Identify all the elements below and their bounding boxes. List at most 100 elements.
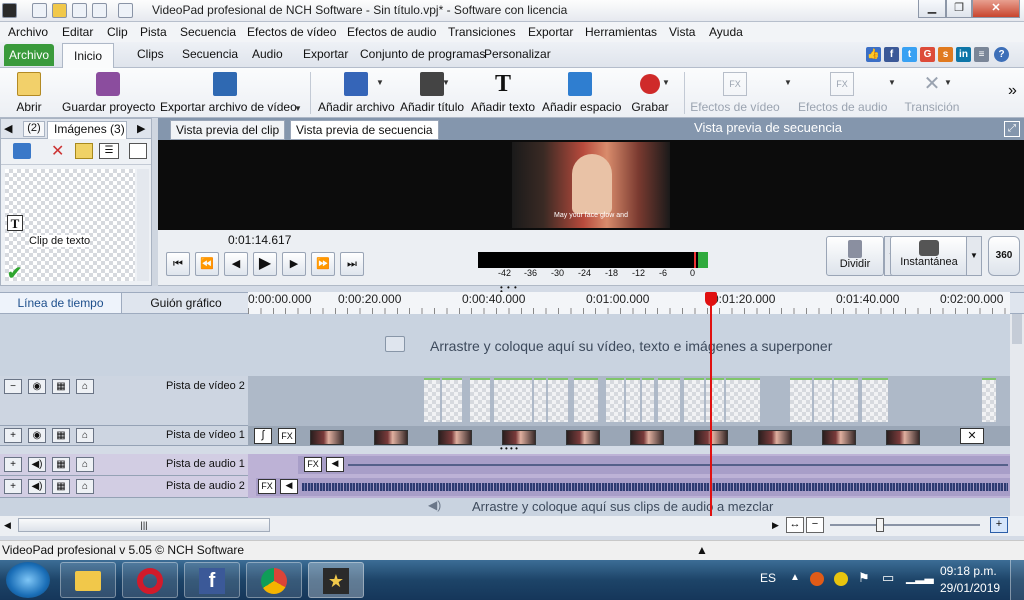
tab-audio[interactable]: Audio (252, 47, 283, 61)
audio-clip-1[interactable]: FX ◀ (298, 456, 1010, 474)
lock-icon[interactable]: ⌂ (76, 479, 94, 494)
anadir-titulo-button[interactable]: Añadir título (400, 70, 464, 116)
start-button[interactable] (6, 562, 50, 598)
anadir-archivo-dropdown-icon[interactable]: ▼ (376, 78, 384, 87)
taskbar-opera[interactable] (122, 562, 178, 598)
video-viewer[interactable]: May your face glow and (158, 140, 1024, 230)
overlay-clip[interactable] (834, 378, 858, 422)
maximize-button[interactable]: ❐ (946, 0, 972, 18)
taskbar-explorer[interactable] (60, 562, 116, 598)
overlay-clip[interactable] (706, 378, 724, 422)
transition-icon[interactable]: ∫ (254, 428, 272, 444)
film-icon[interactable]: ▦ (52, 479, 70, 494)
anadir-espacio-button[interactable]: Añadir espacio (542, 70, 621, 116)
menu-herramientas[interactable]: Herramientas (585, 25, 657, 39)
prev-frame-button[interactable]: ⏪ (195, 252, 219, 276)
menu-efectos-audio[interactable]: Efectos de audio (347, 25, 436, 39)
next-frame-button[interactable]: ⏩ (311, 252, 335, 276)
menu-pista[interactable]: Pista (140, 25, 167, 39)
efectos-video-dropdown-icon[interactable]: ▼ (784, 78, 792, 87)
media-tab-imagenes[interactable]: Imágenes (3) (47, 121, 127, 139)
go-start-button[interactable]: ⏮ (166, 252, 190, 276)
video-track-1-lane[interactable]: ∫ FX ✕ (248, 426, 1010, 446)
visibility-eye-icon[interactable]: ◉ (28, 379, 46, 394)
save-icon[interactable] (72, 3, 87, 18)
expand-icon[interactable]: + (4, 479, 22, 494)
play-button[interactable]: ▶ (253, 252, 277, 276)
speaker-icon[interactable]: ◀ (280, 479, 298, 494)
go-end-button[interactable]: ⏭ (340, 252, 364, 276)
visibility-eye-icon[interactable]: ◉ (28, 428, 46, 443)
audio-clip-2[interactable]: FX ◀ (256, 478, 1010, 496)
video-clip[interactable] (438, 430, 472, 445)
film-icon[interactable]: ▦ (52, 457, 70, 472)
like-icon[interactable]: 👍 (866, 47, 881, 62)
zoom-out-icon[interactable]: − (806, 517, 824, 533)
tab-vista-previa-secuencia[interactable]: Vista previa de secuencia (290, 120, 439, 140)
exportar-video-button[interactable]: Exportar archivo de vídeo (160, 70, 297, 116)
zoom-slider-thumb[interactable] (876, 518, 884, 532)
overlay-clip[interactable] (658, 378, 680, 422)
step-back-button[interactable]: ◀ (224, 252, 248, 276)
menu-clip[interactable]: Clip (107, 25, 128, 39)
help-icon[interactable]: ? (994, 47, 1009, 62)
tab-conjunto[interactable]: Conjunto de programas (360, 47, 485, 61)
stumbleupon-icon[interactable]: s (938, 47, 953, 62)
tray-app-icon[interactable] (810, 572, 824, 586)
fx-icon[interactable]: FX (258, 479, 276, 494)
language-indicator[interactable]: ES (760, 571, 776, 585)
efectos-video-button[interactable]: FX Efectos de vídeo (690, 70, 780, 116)
minimize-button[interactable]: ▁ (918, 0, 946, 18)
overlay-clip[interactable] (726, 378, 760, 422)
overlay-clip[interactable] (982, 378, 996, 422)
taskbar-facebook[interactable]: f (184, 562, 240, 598)
menu-exportar[interactable]: Exportar (528, 25, 573, 39)
lock-icon[interactable]: ⌂ (76, 457, 94, 472)
flag-icon[interactable]: ⚑ (858, 570, 870, 586)
zoom-in-icon[interactable]: + (990, 517, 1008, 533)
overlay-clip[interactable] (814, 378, 832, 422)
collapse-icon[interactable]: − (4, 379, 22, 394)
efectos-audio-dropdown-icon[interactable]: ▼ (888, 78, 896, 87)
efectos-audio-button[interactable]: FX Efectos de audio (798, 70, 887, 116)
anadir-archivo-button[interactable]: Añadir archivo (318, 70, 395, 116)
tab-exportar[interactable]: Exportar (303, 47, 348, 61)
taskbar-videopad[interactable]: ★ (308, 562, 364, 598)
open-icon[interactable] (52, 3, 67, 18)
timeline-ruler[interactable]: 0:00:00.000 0:00:20.000 0:00:40.000 0:01… (248, 292, 1010, 314)
tab-personalizar[interactable]: Personalizar (484, 47, 551, 61)
overlay-clip[interactable] (470, 378, 490, 422)
close-button[interactable]: ✕ (972, 0, 1020, 18)
video-clip[interactable] (630, 430, 664, 445)
fx-icon[interactable]: FX (278, 428, 296, 444)
transicion-button[interactable]: ✕ Transición (900, 70, 964, 116)
speaker-icon[interactable]: ◀ (326, 457, 344, 472)
tab-clips[interactable]: Clips (137, 47, 164, 61)
menu-icon[interactable]: ≡ (974, 47, 989, 62)
video-clip[interactable] (566, 430, 600, 445)
film-icon[interactable]: ▦ (52, 428, 70, 443)
dividir-button[interactable]: Dividir (826, 236, 884, 276)
overlay-clip[interactable] (442, 378, 462, 422)
redo-icon[interactable] (118, 3, 133, 18)
tab-inicio[interactable]: Inicio (62, 43, 114, 69)
anadir-texto-button[interactable]: T Añadir texto (470, 70, 536, 116)
tab-linea-tiempo[interactable]: Línea de tiempo (0, 293, 122, 313)
guardar-proyecto-button[interactable]: Guardar proyecto (62, 70, 155, 116)
overlay-clip[interactable] (424, 378, 440, 422)
video-clip[interactable] (822, 430, 856, 445)
scroll-left-icon[interactable]: ◀ (4, 520, 11, 531)
lock-icon[interactable]: ⌂ (76, 428, 94, 443)
panel-toggle-icon[interactable] (129, 143, 147, 159)
media-prev-icon[interactable]: ◀ (4, 122, 12, 135)
tab-secuencia[interactable]: Secuencia (182, 47, 238, 61)
menu-archivo[interactable]: Archivo (8, 25, 48, 39)
exportar-dropdown-icon[interactable]: ▼ (294, 104, 302, 113)
expand-up-icon[interactable]: ▲ (696, 543, 708, 557)
audio-drop-zone[interactable]: ◀) Arrastre y coloque aquí sus clips de … (0, 498, 1010, 516)
instantanea-button[interactable]: Instantánea (890, 236, 968, 276)
scroll-right-icon[interactable]: ▶ (772, 520, 779, 531)
expand-icon[interactable]: + (4, 428, 22, 443)
expand-icon[interactable]: + (4, 457, 22, 472)
video-clip[interactable] (310, 430, 344, 445)
